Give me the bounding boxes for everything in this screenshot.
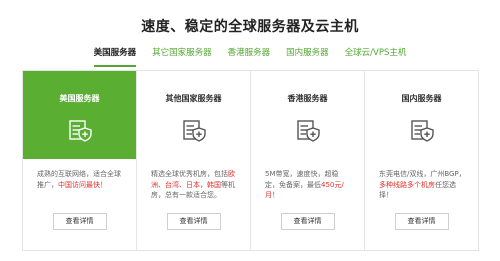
card-title: 香港服务器	[287, 94, 328, 103]
page-title: 速度、稳定的全球服务器及云主机	[141, 19, 359, 35]
card-title: 国内服务器	[401, 94, 442, 103]
card-title: 美国服务器	[59, 94, 100, 103]
server-shield-icon	[68, 120, 92, 142]
card-header: 国内服务器	[365, 71, 478, 159]
desc-text: 东莞电信/双线，广州BGP，	[379, 170, 466, 178]
card-us-servers[interactable]: 美国服务器 成熟的互联网络，适合全球推广，中国访问最快！ 查看详情	[23, 71, 136, 250]
desc-text: 精选全球优秀机房，包括	[151, 170, 228, 178]
card-description: 东莞电信/双线，广州BGP，多种线路多个机房任您选择！	[379, 169, 466, 201]
server-shield-icon	[182, 120, 206, 142]
card-description: 精选全球优秀机房，包括欧洲、台湾、日本，韩国等机房，总有一款适合您。	[151, 169, 238, 201]
card-header: 其他国家服务器	[137, 71, 250, 159]
server-shield-icon	[296, 120, 320, 142]
server-cards: 美国服务器 成熟的互联网络，适合全球推广，中国访问最快！ 查看详情 其他国家服务…	[22, 70, 479, 251]
card-description: 5M带宽，速度快，超稳定，免备案，最低450元/月！	[265, 169, 352, 201]
card-domestic-servers[interactable]: 国内服务器 东莞电信/双线，广州BGP，多种线路多个机房任您选择！ 查看详情	[364, 71, 478, 250]
card-hongkong-servers[interactable]: 香港服务器 5M带宽，速度快，超稳定，免备案，最低450元/月！ 查看详情	[250, 71, 364, 250]
tab-global-cloud-vps[interactable]: 全球云/VPS主机	[337, 46, 415, 64]
tab-us-servers[interactable]: 美国服务器	[86, 46, 145, 67]
tab-other-country-servers[interactable]: 其它国家服务器	[144, 46, 220, 64]
view-details-button[interactable]: 查看详情	[52, 213, 107, 230]
card-other-country-servers[interactable]: 其他国家服务器 精选全球优秀机房，包括欧洲、台湾、日本，韩国等机房，总有一款适合…	[136, 71, 250, 250]
card-description: 成熟的互联网络，适合全球推广，中国访问最快！	[37, 169, 124, 190]
view-details-button[interactable]: 查看详情	[166, 213, 221, 230]
desc-highlight: 中国访问最快！	[58, 180, 107, 189]
tab-domestic-servers[interactable]: 国内服务器	[278, 46, 337, 64]
server-tabs: 美国服务器 其它国家服务器 香港服务器 国内服务器 全球云/VPS主机	[0, 46, 500, 67]
view-details-button[interactable]: 查看详情	[280, 213, 335, 230]
card-header: 美国服务器	[23, 71, 136, 159]
view-details-button[interactable]: 查看详情	[394, 213, 449, 230]
desc-highlight: 多种线路多个机房	[379, 180, 435, 189]
server-shield-icon	[410, 120, 434, 142]
card-header: 香港服务器	[251, 71, 364, 159]
tab-hongkong-servers[interactable]: 香港服务器	[220, 46, 279, 64]
card-title: 其他国家服务器	[165, 94, 222, 103]
